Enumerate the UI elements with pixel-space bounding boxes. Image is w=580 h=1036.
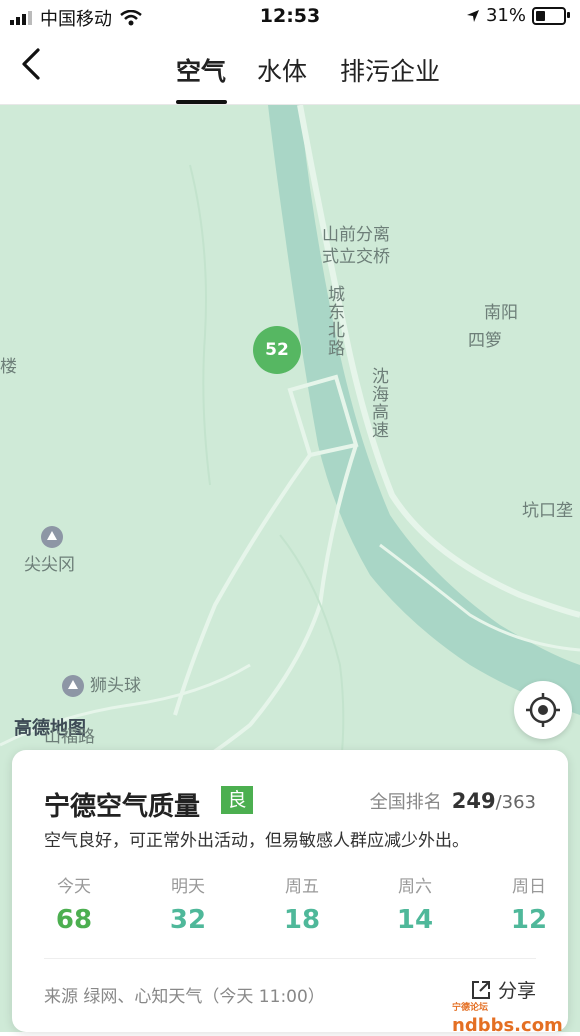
card-title: 宁德空气质量	[44, 792, 201, 822]
air-quality-description: 空气良好，可正常外出活动，但易敏感人群应减少外出。	[44, 831, 469, 851]
map-label-shitouqiu: 狮头球	[90, 676, 141, 696]
rank-label: 全国排名	[369, 792, 442, 813]
map-label-road-chengdongbei: 城东北路	[324, 285, 344, 357]
aqi-marker[interactable]: 52	[253, 326, 301, 374]
rank-total: /363	[495, 792, 536, 813]
forecast-day-label: 今天	[57, 877, 91, 897]
forecast-day-value: 14	[396, 905, 434, 935]
map-label-road-bottom: 山福路	[44, 727, 95, 747]
mountain-icon	[41, 526, 63, 548]
status-bar: 中国移动 12:53 31%	[0, 0, 580, 34]
forecast-day-label: 周六	[398, 877, 432, 897]
national-rank: 全国排名 249/363	[370, 788, 536, 814]
air-quality-card[interactable]: 宁德空气质量 良 全国排名 249/363 空气良好，可正常外出活动，但易敏感人…	[12, 750, 568, 1032]
forecast-day-value: 68	[55, 905, 93, 935]
forecast-day-value: 12	[510, 905, 548, 935]
watermark-sub: 宁德论坛	[452, 1003, 489, 1013]
forecast-day-value: 18	[283, 905, 321, 935]
location-arrow-icon	[466, 9, 479, 22]
map-label-siluo: 四箩	[468, 331, 502, 351]
data-source: 来源 绿网、心知天气（今天 11:00）	[44, 987, 325, 1007]
forecast-day-value: 32	[169, 905, 207, 935]
battery-percent: 31%	[485, 5, 526, 26]
tabs: 空气 水体 排污企业	[0, 34, 580, 104]
nav-bar: 空气 水体 排污企业	[0, 34, 580, 105]
forecast-day: 今天 68	[34, 872, 114, 935]
locate-button[interactable]	[514, 681, 572, 739]
forecast-day-label: 周日	[512, 877, 546, 897]
map-label-nanyang: 南阳	[484, 303, 518, 323]
site-watermark: 宁德论坛 ndbbs.com	[452, 994, 563, 1036]
tab-active-indicator	[176, 100, 227, 104]
map-label-lou: 楼	[0, 357, 17, 377]
card-divider	[44, 958, 536, 959]
battery-icon	[532, 6, 570, 25]
crosshair-icon	[526, 693, 560, 727]
map-label-road-shenhai: 沈海高速	[368, 367, 388, 439]
forecast-row: 今天 68 明天 32 周五 18 周六 14 周日 12	[34, 872, 547, 952]
forecast-day: 周日 12	[489, 872, 569, 935]
tab-air[interactable]: 空气	[176, 52, 226, 88]
map-label-interchange-1: 山前分离	[322, 225, 390, 245]
mountain-icon	[62, 675, 84, 697]
road-west	[173, 453, 312, 716]
map-label-kengkou: 坑口垄	[522, 501, 573, 521]
forecast-day: 周六 14	[375, 872, 455, 935]
tab-water[interactable]: 水体	[257, 52, 307, 88]
forecast-day-label: 明天	[171, 877, 205, 897]
forecast-day-label: 周五	[285, 877, 319, 897]
map-label-jianjiangang: 尖尖冈	[24, 555, 75, 575]
tab-polluting-enterprises[interactable]: 排污企业	[340, 52, 440, 88]
status-right: 31%	[466, 5, 570, 26]
forecast-day: 明天 32	[148, 872, 228, 935]
map-label-interchange-2: 式立交桥	[322, 247, 390, 267]
forecast-day: 周五 18	[262, 872, 342, 935]
rank-value: 249	[451, 789, 496, 813]
stream-line	[189, 164, 211, 486]
road-expressway	[297, 105, 580, 618]
watermark-text: ndbbs.com	[452, 1015, 563, 1036]
aqi-level-badge: 良	[221, 786, 253, 814]
